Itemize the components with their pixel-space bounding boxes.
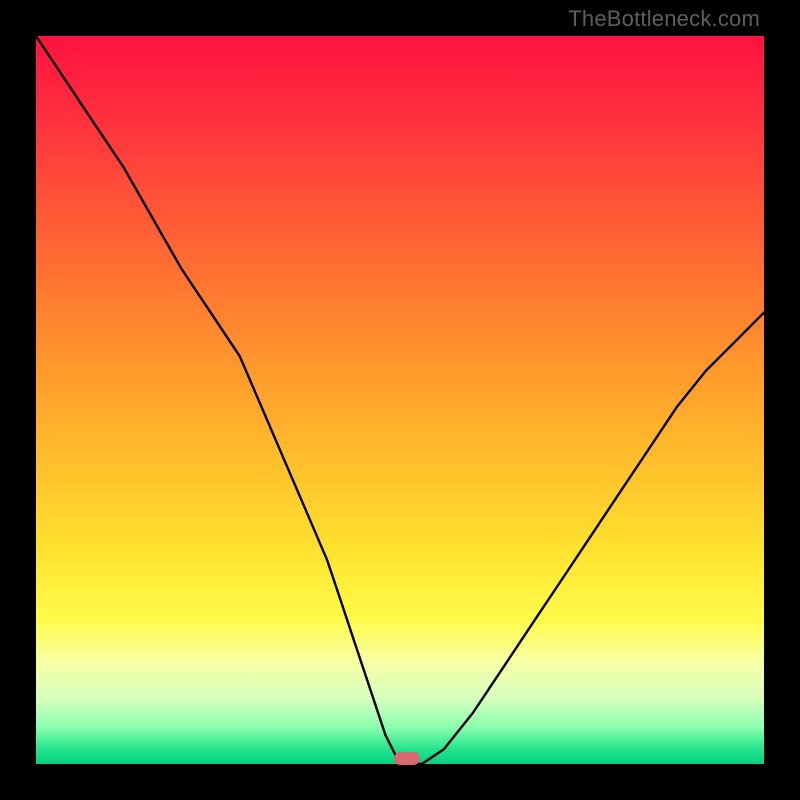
watermark-text: TheBottleneck.com (568, 6, 760, 32)
optimal-marker (394, 752, 420, 765)
chart-frame: TheBottleneck.com (0, 0, 800, 800)
bottleneck-curve (36, 36, 764, 764)
plot-area (36, 36, 764, 764)
